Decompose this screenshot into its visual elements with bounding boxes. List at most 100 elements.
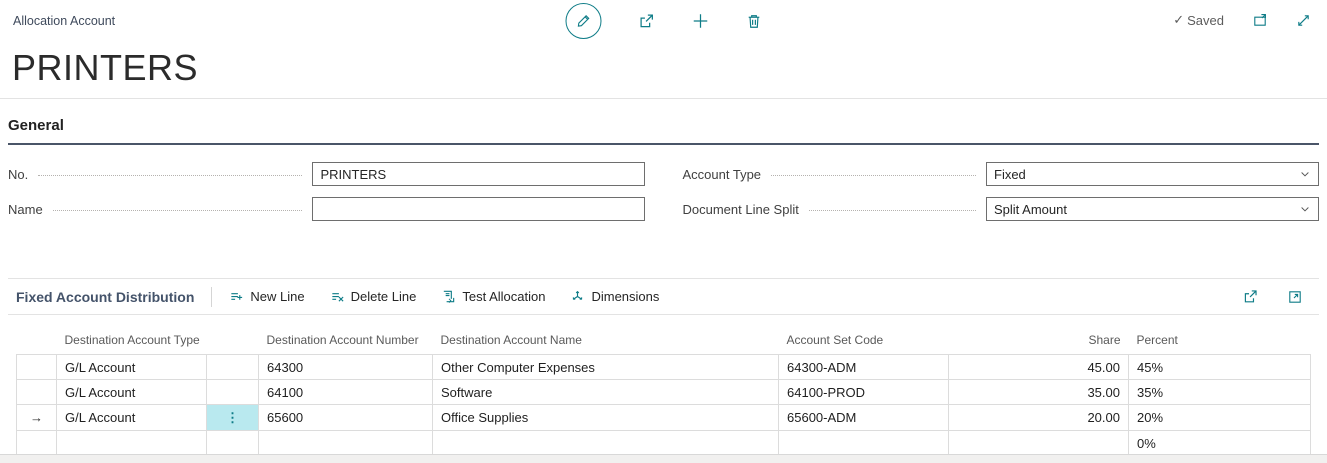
name-input[interactable] <box>312 197 645 221</box>
name-label: Name <box>8 202 43 217</box>
dotted-leader <box>771 175 976 176</box>
section-heading-fixed-account-distribution: Fixed Account Distribution <box>16 289 194 305</box>
no-input[interactable] <box>312 162 645 186</box>
header-row-indicator <box>17 333 57 355</box>
general-section: General No. Name Account Type Fixed <box>0 117 1327 456</box>
section-heading-general[interactable]: General <box>8 117 1319 145</box>
cell-destination-account-name[interactable]: Office Supplies <box>433 405 779 431</box>
cell-destination-account-name[interactable]: Other Computer Expenses <box>433 355 779 380</box>
cell-account-set-code[interactable]: 64100-PROD <box>779 380 949 405</box>
share-button[interactable] <box>637 12 655 30</box>
row-options-cell <box>207 431 259 456</box>
header-destination-account-number[interactable]: Destination Account Number <box>259 333 433 355</box>
field-account-type: Account Type Fixed <box>683 162 1320 186</box>
document-line-split-select[interactable]: Split Amount <box>986 197 1319 221</box>
header-destination-account-name[interactable]: Destination Account Name <box>433 333 779 355</box>
cell-account-set-code[interactable]: 64300-ADM <box>779 355 949 380</box>
share-icon <box>637 12 655 30</box>
new-button[interactable] <box>691 12 709 30</box>
cell-destination-account-number[interactable]: 64300 <box>259 355 433 380</box>
row-indicator-cell <box>17 355 57 380</box>
page-divider <box>0 98 1327 99</box>
vertical-ellipsis-icon: ⋮ <box>226 410 239 426</box>
expand-table-button[interactable] <box>1287 289 1303 305</box>
dotted-leader <box>53 210 302 211</box>
save-status-label: Saved <box>1187 13 1224 28</box>
cell-destination-account-type[interactable]: G/L Account <box>57 380 207 405</box>
popout-window-icon <box>1252 12 1268 28</box>
cell-percent: 45% <box>1129 355 1311 380</box>
delete-line-button[interactable]: Delete Line <box>330 289 417 304</box>
header-destination-account-type[interactable]: Destination Account Type <box>57 333 207 355</box>
delete-button[interactable] <box>745 13 762 30</box>
table-row: G/L Account 64100 Software 64100-PROD 35… <box>17 380 1311 405</box>
cell-destination-account-number[interactable] <box>259 431 433 456</box>
cell-account-set-code[interactable]: 65600-ADM <box>779 405 949 431</box>
cell-destination-account-type[interactable]: G/L Account <box>57 355 207 380</box>
cell-destination-account-number[interactable]: 64100 <box>259 380 433 405</box>
cell-destination-account-number[interactable]: 65600 <box>259 405 433 431</box>
header-account-set-code[interactable]: Account Set Code <box>779 333 949 355</box>
account-type-select[interactable]: Fixed <box>986 162 1319 186</box>
open-in-new-window-button[interactable] <box>1252 12 1268 28</box>
dimensions-label: Dimensions <box>591 289 659 304</box>
page-caption: Allocation Account <box>13 14 115 28</box>
share-lines-button[interactable] <box>1242 288 1259 305</box>
pencil-icon <box>565 3 601 39</box>
cell-percent: 35% <box>1129 380 1311 405</box>
no-label: No. <box>8 167 28 182</box>
dimensions-icon <box>570 289 585 304</box>
toolbar-divider <box>211 287 212 307</box>
account-type-value: Fixed <box>994 167 1026 182</box>
check-icon: ✓ <box>1173 12 1184 28</box>
delete-line-label: Delete Line <box>351 289 417 304</box>
cell-percent: 0% <box>1129 431 1311 456</box>
test-allocation-label: Test Allocation <box>462 289 545 304</box>
cell-destination-account-name[interactable]: Software <box>433 380 779 405</box>
table-row: G/L Account 64300 Other Computer Expense… <box>17 355 1311 380</box>
dotted-leader <box>38 175 301 176</box>
account-type-label: Account Type <box>683 167 762 182</box>
active-row-arrow-icon: → <box>30 410 43 425</box>
field-document-line-split: Document Line Split Split Amount <box>683 197 1320 221</box>
header-row-options <box>207 333 259 355</box>
chevron-down-icon <box>1299 168 1311 180</box>
cell-destination-account-type[interactable]: G/L Account <box>57 405 207 431</box>
expand-box-icon <box>1287 289 1303 305</box>
expand-arrows-icon <box>1296 13 1311 28</box>
field-name: Name <box>8 197 645 221</box>
horizontal-scrollbar[interactable] <box>0 454 1327 463</box>
delete-line-icon <box>330 289 345 304</box>
fixed-account-distribution-toolbar: Fixed Account Distribution New Line Dele… <box>8 278 1319 315</box>
test-allocation-button[interactable]: Test Allocation <box>441 289 545 304</box>
row-options-button[interactable]: ⋮ <box>207 405 258 430</box>
save-status: ✓ Saved <box>1173 12 1224 28</box>
fixed-account-distribution-table: Destination Account Type Destination Acc… <box>16 333 1311 456</box>
expand-page-button[interactable] <box>1296 13 1311 28</box>
cell-share[interactable]: 35.00 <box>949 380 1129 405</box>
cell-share[interactable]: 20.00 <box>949 405 1129 431</box>
new-line-label: New Line <box>250 289 304 304</box>
cell-share[interactable]: 45.00 <box>949 355 1129 380</box>
cell-account-set-code[interactable] <box>779 431 949 456</box>
dimensions-button[interactable]: Dimensions <box>570 289 659 304</box>
row-options-cell <box>207 380 259 405</box>
document-line-split-label: Document Line Split <box>683 202 799 217</box>
document-line-split-value: Split Amount <box>994 202 1067 217</box>
cell-percent: 20% <box>1129 405 1311 431</box>
page-title: PRINTERS <box>12 46 1327 90</box>
test-allocation-icon <box>441 289 456 304</box>
header-percent[interactable]: Percent <box>1129 333 1311 355</box>
plus-icon <box>691 12 709 30</box>
row-indicator-cell <box>17 380 57 405</box>
cell-destination-account-name[interactable] <box>433 431 779 456</box>
cell-share[interactable] <box>949 431 1129 456</box>
cell-destination-account-type[interactable] <box>57 431 207 456</box>
table-header-row: Destination Account Type Destination Acc… <box>17 333 1311 355</box>
page-toolbar <box>565 3 762 39</box>
row-indicator-cell <box>17 431 57 456</box>
header-share[interactable]: Share <box>949 333 1129 355</box>
top-bar: Allocation Account <box>0 0 1327 44</box>
new-line-button[interactable]: New Line <box>229 289 304 304</box>
edit-button[interactable] <box>565 3 601 39</box>
